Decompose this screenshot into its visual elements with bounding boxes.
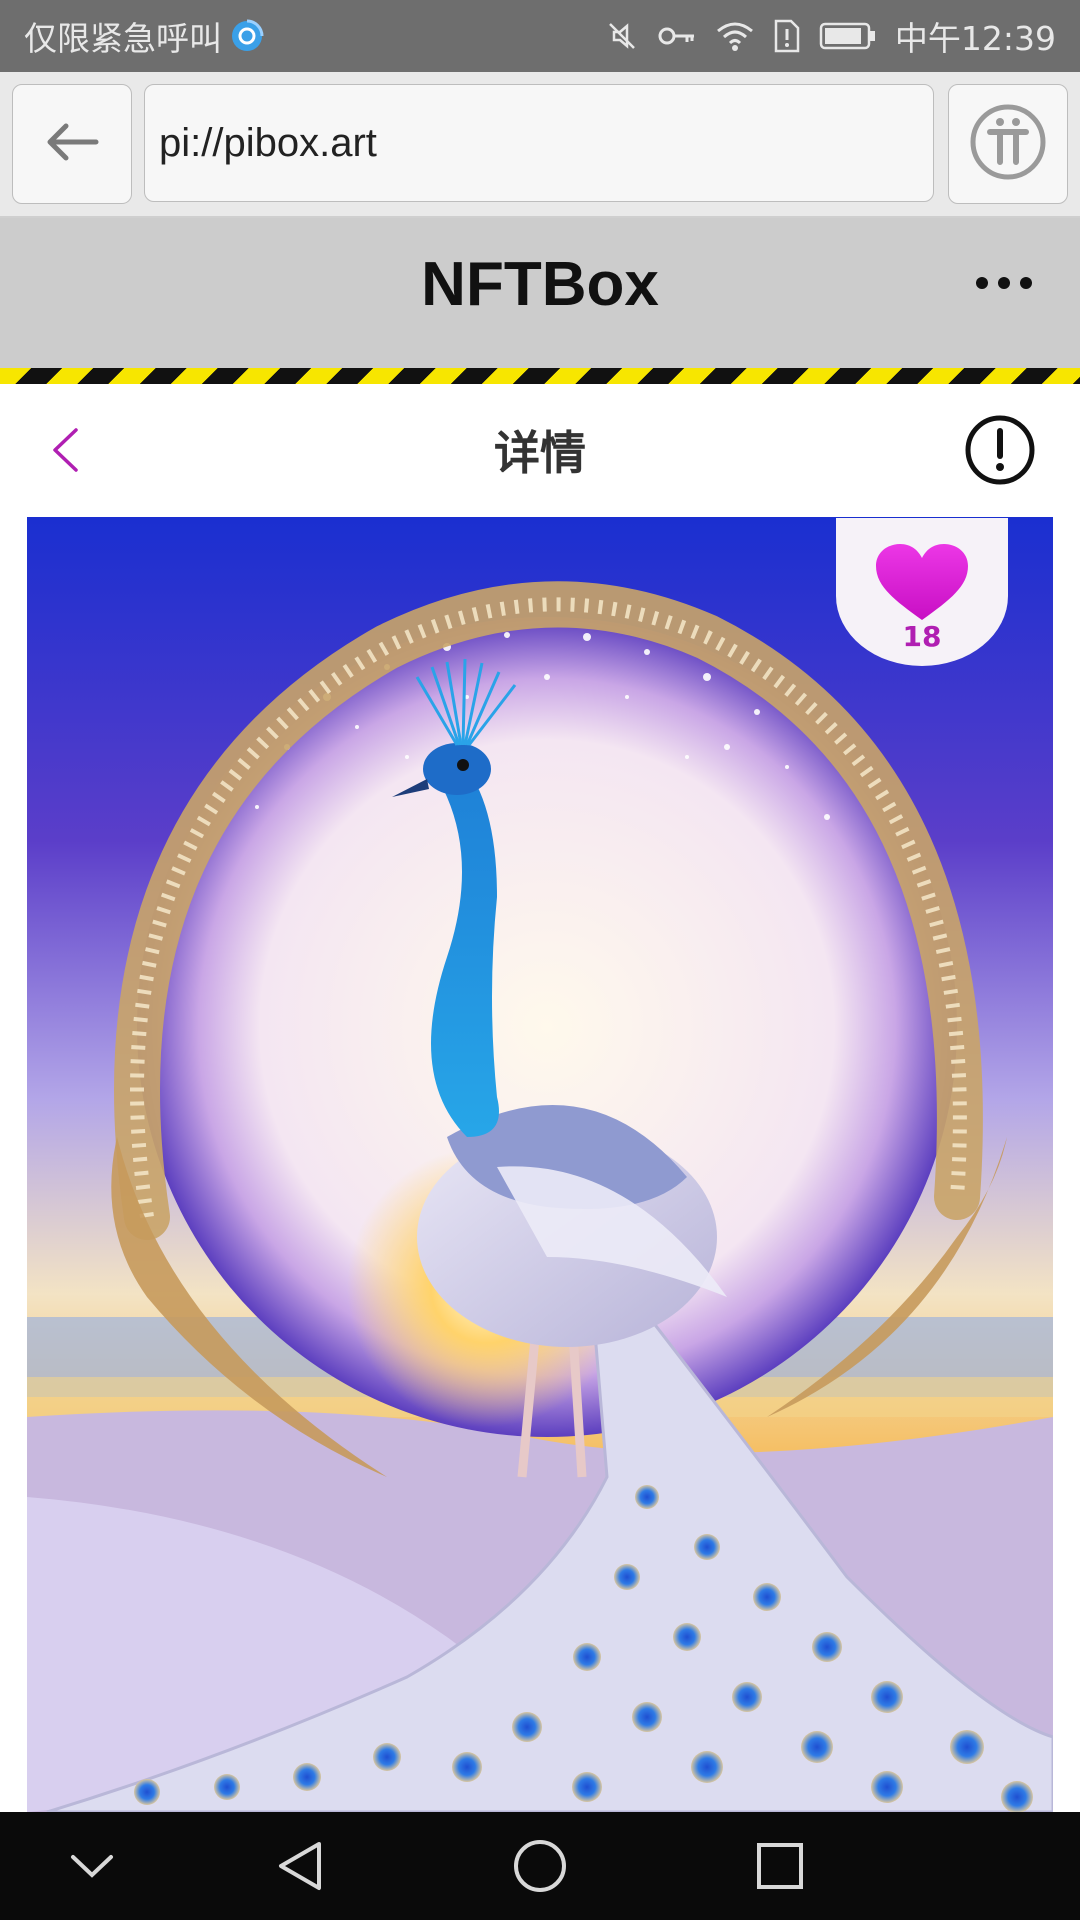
pi-logo-icon [968, 102, 1048, 186]
more-dots-icon[interactable] [976, 268, 1032, 298]
app-title: NFTBox [421, 249, 659, 319]
url-text: pi://pibox.art [159, 120, 377, 165]
pi-wallet-button[interactable] [948, 84, 1068, 204]
browser-back-button[interactable] [12, 84, 132, 204]
status-bar: 仅限紧急呼叫 中午12:39 [0, 0, 1080, 72]
clock-text: 中午12:39 [894, 19, 1056, 58]
app-notification-icon [230, 19, 264, 53]
home-circle-icon[interactable] [510, 1836, 570, 1896]
arrow-left-icon [44, 122, 100, 166]
back-triangle-icon[interactable] [270, 1836, 330, 1896]
app-header: NFTBox [0, 218, 1080, 368]
page-title: 详情 [494, 426, 586, 480]
mute-icon [605, 19, 639, 53]
key-icon [657, 21, 697, 51]
browser-toolbar: pi://pibox.art [0, 72, 1080, 218]
heart-icon [874, 544, 970, 626]
info-alert-icon[interactable] [964, 414, 1036, 486]
like-button[interactable]: 18 [836, 518, 1008, 666]
url-input[interactable]: pi://pibox.art [144, 84, 934, 202]
nft-artwork-image[interactable] [27, 517, 1053, 1812]
page-header: 详情 [0, 384, 1080, 516]
like-count: 18 [902, 620, 942, 653]
battery-icon [819, 21, 877, 51]
hazard-stripe [0, 368, 1080, 384]
carrier-text: 仅限紧急呼叫 [24, 19, 222, 58]
system-nav-bar [0, 1812, 1080, 1920]
recents-square-icon[interactable] [750, 1836, 810, 1896]
sim-alert-icon [773, 18, 801, 54]
wifi-icon [715, 19, 755, 53]
collapse-icon[interactable] [62, 1836, 122, 1896]
